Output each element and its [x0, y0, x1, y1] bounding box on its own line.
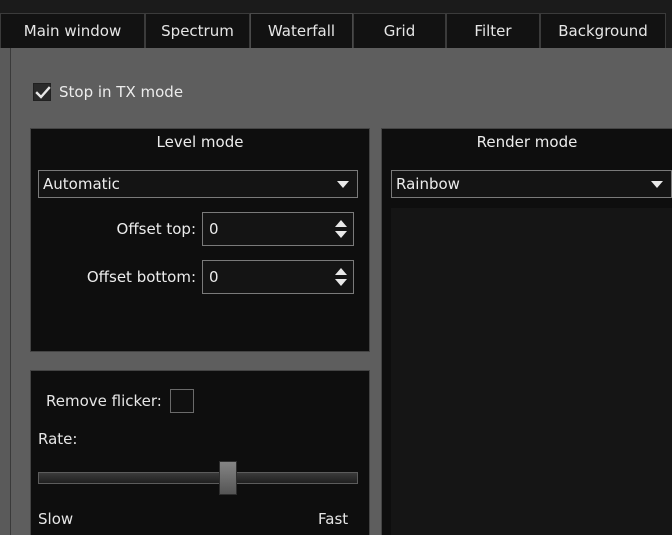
fast-label: Fast: [318, 510, 349, 528]
tab-waterfall[interactable]: Waterfall: [250, 13, 353, 48]
spin-up-icon[interactable]: [335, 220, 347, 227]
spin-up-icon[interactable]: [335, 268, 347, 275]
remove-flicker-checkbox[interactable]: [169, 389, 194, 413]
waterfall-settings-window: Main window Spectrum Waterfall Grid Filt…: [0, 0, 672, 535]
rate-slider-handle[interactable]: [219, 461, 238, 495]
offset-top-value: 0: [209, 220, 219, 238]
offset-top-label: Offset top:: [116, 220, 196, 238]
offset-bottom-spinbox[interactable]: 0: [202, 260, 354, 294]
tab-main-window[interactable]: Main window: [0, 13, 145, 48]
render-preview-area: [391, 208, 672, 535]
offset-top-row: Offset top: 0: [38, 212, 354, 246]
settings-tab-bar: Main window Spectrum Waterfall Grid Filt…: [0, 0, 672, 48]
spin-down-icon[interactable]: [335, 279, 347, 286]
tab-grid[interactable]: Grid: [353, 13, 446, 48]
rate-slider-track[interactable]: [38, 472, 358, 484]
tab-filter[interactable]: Filter: [446, 13, 540, 48]
stop-tx-mode-option[interactable]: Stop in TX mode: [33, 80, 183, 104]
stop-tx-mode-checkbox[interactable]: [33, 83, 51, 101]
slow-label: Slow: [38, 510, 74, 528]
tab-background[interactable]: Background: [540, 13, 666, 48]
tab-spectrum[interactable]: Spectrum: [145, 13, 250, 48]
render-mode-value: Rainbow: [396, 175, 460, 193]
spin-down-icon[interactable]: [335, 231, 347, 238]
offset-bottom-row: Offset bottom: 0: [38, 260, 354, 294]
chevron-down-icon: [337, 181, 349, 188]
stop-tx-mode-label: Stop in TX mode: [59, 83, 184, 101]
render-mode-title: Render mode: [476, 133, 578, 151]
checkmark-icon: [35, 86, 51, 99]
offset-top-spinbox[interactable]: 0: [202, 212, 354, 246]
offset-bottom-value: 0: [209, 268, 219, 286]
level-mode-title: Level mode: [156, 133, 244, 151]
render-mode-select[interactable]: Rainbow: [391, 170, 672, 198]
offset-bottom-label: Offset bottom:: [86, 268, 196, 286]
rate-label: Rate:: [38, 430, 78, 448]
chevron-down-icon: [651, 181, 663, 188]
level-mode-select[interactable]: Automatic: [38, 170, 358, 198]
remove-flicker-label: Remove flicker:: [46, 392, 162, 410]
remove-flicker-option[interactable]: Remove flicker:: [46, 388, 194, 414]
level-mode-value: Automatic: [43, 175, 120, 193]
